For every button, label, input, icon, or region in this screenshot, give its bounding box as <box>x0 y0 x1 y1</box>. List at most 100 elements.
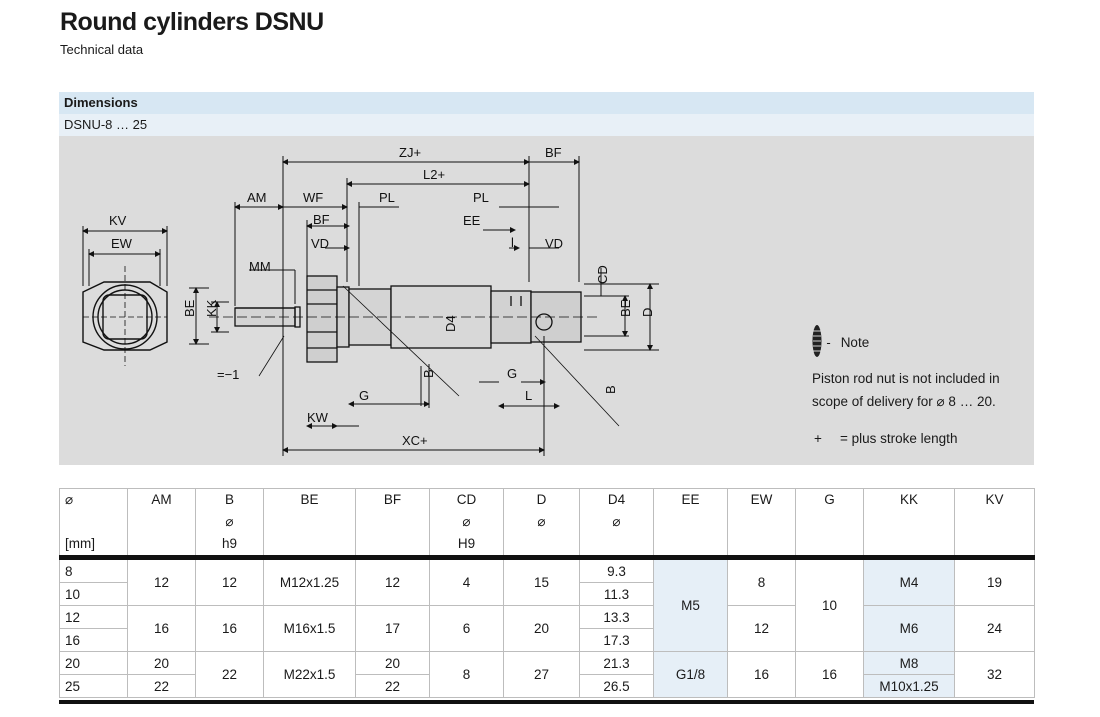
cell-am: 12 <box>127 557 196 606</box>
label-pl-1: PL <box>379 190 395 205</box>
label-bf-mid: BF <box>313 212 330 227</box>
col-header-ew: EW <box>727 488 796 558</box>
table-header-row: ⌀ [mm] AM B ⌀ h9 BE BF CD ⌀ H9 D ⌀ D4 ⌀ EE EW G… <box>59 488 1035 558</box>
cell-kv: 19 <box>954 557 1035 606</box>
col-header-kk: KK <box>863 488 955 558</box>
label-be-1: BE <box>182 299 197 317</box>
cell-d4: 9.3 <box>579 557 654 583</box>
cell-kv: 32 <box>954 651 1035 698</box>
label-l: L <box>525 388 532 403</box>
cell-d4: 26.5 <box>579 674 654 698</box>
cell-diameter: 25 <box>59 674 128 698</box>
cell-ew: 16 <box>727 651 796 698</box>
cell-diameter: 16 <box>59 628 128 652</box>
cell-diameter: 10 <box>59 582 128 606</box>
col-header-d: D ⌀ <box>503 488 580 558</box>
cell-diameter: 12 <box>59 605 128 629</box>
cell-d: 15 <box>503 557 580 606</box>
cell-d4: 21.3 <box>579 651 654 675</box>
label-wf: WF <box>303 190 323 205</box>
label-am: AM <box>247 190 267 205</box>
col-header-ee: EE <box>653 488 728 558</box>
cell-d4: 11.3 <box>579 582 654 606</box>
cell-d: 20 <box>503 605 580 652</box>
label-wrench: =−1 <box>217 367 239 382</box>
cell-d: 27 <box>503 651 580 698</box>
dimension-drawing: KV EW ZJ+ BF L2+ AM WF PL PL BF EE VD l … <box>59 136 1034 465</box>
cell-g: 16 <box>795 651 864 698</box>
label-l2: L2+ <box>423 167 445 182</box>
cell-diameter: 20 <box>59 651 128 675</box>
plus-symbol: + <box>814 431 822 446</box>
cell-am: 20 <box>127 651 196 675</box>
cell-ew: 8 <box>727 557 796 606</box>
label-xc: XC+ <box>402 433 428 448</box>
section-title: Dimensions <box>59 92 1034 114</box>
note-box: - - Note Piston rod nut is not included … <box>812 323 1027 450</box>
cell-cd: 8 <box>429 651 504 698</box>
page-subtitle: Technical data <box>60 42 144 57</box>
label-pl-2: PL <box>473 190 489 205</box>
cell-ee: G1/8 <box>653 651 728 698</box>
cell-kk: M8 <box>863 651 955 675</box>
cell-cd: 6 <box>429 605 504 652</box>
plus-legend: + = plus stroke length <box>812 427 1027 450</box>
cell-kv: 24 <box>954 605 1035 652</box>
cell-ee: M5 <box>653 557 728 652</box>
table-bottom-rule <box>59 700 1034 704</box>
cell-bf: 12 <box>355 557 430 606</box>
table-row: 12 16 16 M16x1.5 17 6 20 13.3 12 M6 24 <box>59 605 1035 652</box>
col-header-am: AM <box>127 488 196 558</box>
cell-kk: M4 <box>863 557 955 606</box>
cell-diameter: 8 <box>59 557 128 583</box>
label-b-1: B <box>421 369 436 378</box>
label-l-small: l <box>511 235 514 250</box>
note-title: Note <box>840 334 870 350</box>
page-title: Round cylinders DSNU <box>60 8 324 36</box>
cell-b: 16 <box>195 605 264 652</box>
label-bf-top: BF <box>545 145 562 160</box>
cell-cd: 4 <box>429 557 504 606</box>
label-kv: KV <box>109 213 127 228</box>
col-header-be: BE <box>263 488 356 558</box>
label-d: D <box>640 308 655 317</box>
label-kk: KK <box>204 299 219 317</box>
note-icon <box>812 325 822 357</box>
cell-bf: 17 <box>355 605 430 652</box>
cell-be: M12x1.25 <box>263 557 356 606</box>
col-header-cd: CD ⌀ H9 <box>429 488 504 558</box>
col-header-bf: BF <box>355 488 430 558</box>
cell-ew: 12 <box>727 605 796 652</box>
cell-am: 22 <box>127 674 196 698</box>
cell-g: 10 <box>795 557 864 652</box>
table-row: 8 12 12 M12x1.25 12 4 15 9.3 M5 8 10 M4 … <box>59 557 1035 652</box>
label-be-2: BE <box>618 299 633 317</box>
cell-be: M16x1.5 <box>263 605 356 652</box>
note-header: - - Note <box>812 323 1027 361</box>
variant-label: DSNU-8 … 25 <box>59 114 1034 136</box>
cell-am: 16 <box>127 605 196 652</box>
label-cd: CD <box>595 265 610 284</box>
cell-b: 22 <box>195 651 264 698</box>
cell-b: 12 <box>195 557 264 606</box>
cell-bf: 20 <box>355 651 430 675</box>
cell-d4: 13.3 <box>579 605 654 629</box>
col-header-d4: D4 ⌀ <box>579 488 654 558</box>
label-d4: D4 <box>443 315 458 332</box>
hex-end-view <box>82 266 168 366</box>
col-header-kv: KV <box>954 488 1035 558</box>
cell-d4: 17.3 <box>579 628 654 652</box>
table-row: 20 20 22 M22x1.5 20 8 27 21.3 G1/8 16 16… <box>59 651 1035 698</box>
label-g-2: G <box>507 366 517 381</box>
dimensions-table: ⌀ [mm] AM B ⌀ h9 BE BF CD ⌀ H9 D ⌀ D4 ⌀ EE EW G… <box>59 488 1035 698</box>
label-b-2: B <box>603 385 618 394</box>
cell-kk: M6 <box>863 605 955 652</box>
cell-kk: M10x1.25 <box>863 674 955 698</box>
label-kw: KW <box>307 410 329 425</box>
col-header-diameter: ⌀ [mm] <box>59 488 128 558</box>
label-ee: EE <box>463 213 481 228</box>
col-header-g: G <box>795 488 864 558</box>
plus-text: = plus stroke length <box>840 431 958 446</box>
cell-bf: 22 <box>355 674 430 698</box>
label-g-1: G <box>359 388 369 403</box>
